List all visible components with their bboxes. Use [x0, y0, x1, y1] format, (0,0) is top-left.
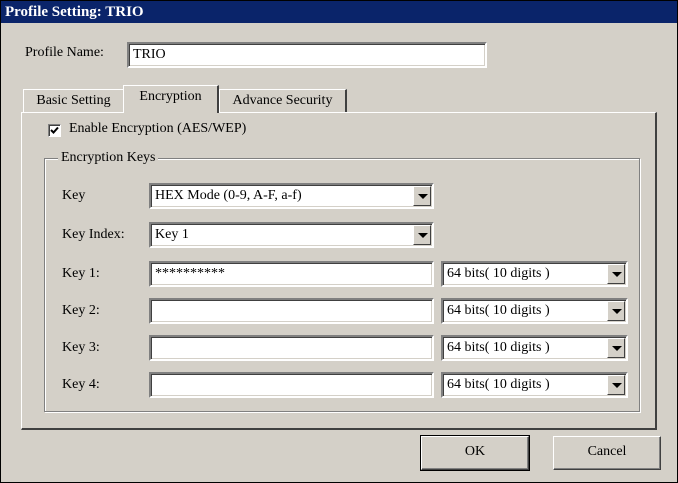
check-mark-icon [50, 126, 59, 134]
encryption-keys-title: Encryption Keys [58, 150, 159, 166]
encryption-panel: Enable Encryption (AES/WEP) Encryption K… [21, 112, 657, 430]
profile-name-label: Profile Name: [25, 45, 104, 60]
key-2-size-value: 64 bits( 10 digits ) [447, 303, 550, 318]
title-bar: Profile Setting: TRIO [1, 1, 677, 23]
key-4-label: Key 4: [62, 377, 100, 392]
key-4-size-select[interactable]: 64 bits( 10 digits ) [441, 372, 628, 398]
chevron-down-icon[interactable] [413, 225, 431, 245]
chevron-down-icon[interactable] [607, 301, 625, 321]
key-mode-label: Key [62, 188, 86, 203]
key-index-value: Key 1 [155, 227, 189, 242]
enable-encryption-label: Enable Encryption (AES/WEP) [69, 121, 247, 136]
chevron-down-icon[interactable] [413, 186, 431, 206]
chevron-down-icon[interactable] [607, 338, 625, 358]
key-3-size-value: 64 bits( 10 digits ) [447, 340, 550, 355]
ok-button[interactable]: OK [420, 435, 530, 471]
key-mode-value: HEX Mode (0-9, A-F, a-f) [155, 188, 302, 203]
key-1-input[interactable]: ********** [149, 261, 434, 287]
tab-encryption[interactable]: Encryption [123, 85, 219, 113]
key-index-select[interactable]: Key 1 [149, 222, 434, 248]
profile-setting-dialog: Profile Setting: TRIO Profile Name: TRIO… [0, 0, 678, 483]
key-2-label: Key 2: [62, 303, 100, 318]
chevron-down-icon[interactable] [607, 264, 625, 284]
key-3-label: Key 3: [62, 340, 100, 355]
key-index-label: Key Index: [62, 227, 125, 242]
key-3-size-select[interactable]: 64 bits( 10 digits ) [441, 335, 628, 361]
enable-encryption-checkbox[interactable] [48, 124, 61, 137]
key-2-input[interactable] [149, 298, 434, 324]
key-1-size-select[interactable]: 64 bits( 10 digits ) [441, 261, 628, 287]
profile-name-input[interactable]: TRIO [127, 42, 487, 68]
cancel-button[interactable]: Cancel [553, 436, 661, 470]
key-3-input[interactable] [149, 335, 434, 361]
key-4-size-value: 64 bits( 10 digits ) [447, 377, 550, 392]
key-1-size-value: 64 bits( 10 digits ) [447, 266, 550, 281]
key-1-label: Key 1: [62, 266, 100, 281]
tab-advance-security[interactable]: Advance Security [219, 89, 347, 113]
tab-basic-setting[interactable]: Basic Setting [23, 89, 125, 113]
chevron-down-icon[interactable] [607, 375, 625, 395]
key-4-input[interactable] [149, 372, 434, 398]
key-mode-select[interactable]: HEX Mode (0-9, A-F, a-f) [149, 183, 434, 209]
key-2-size-select[interactable]: 64 bits( 10 digits ) [441, 298, 628, 324]
